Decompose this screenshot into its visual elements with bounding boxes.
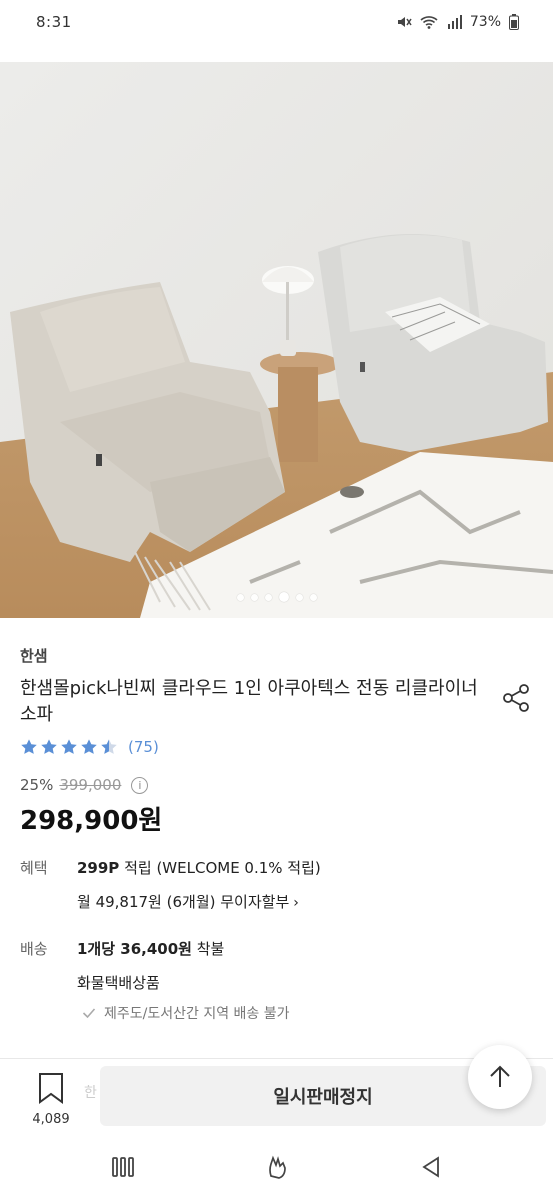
installment-text: 월 49,817원 (6개월) 무이자할부 [77, 893, 290, 911]
share-icon [503, 684, 529, 712]
shipping-fee-amount: 1개당 36,400원 [77, 940, 192, 958]
wifi-icon [420, 14, 438, 30]
original-price: 399,000 [59, 776, 122, 794]
carousel-dot-active[interactable] [278, 592, 289, 602]
bookmark-count: 4,089 [32, 1112, 70, 1127]
carousel-dot[interactable] [250, 593, 258, 601]
carousel-indicator[interactable] [0, 592, 553, 602]
system-nav-bar [0, 1134, 553, 1200]
sale-price: 298,900원 [20, 806, 163, 836]
star-icon [41, 739, 57, 754]
carousel-dot[interactable] [236, 593, 244, 601]
bookmark-button[interactable]: 4,089 [28, 1072, 74, 1127]
points-amount: 299P [77, 859, 120, 877]
battery-percent: 73% [469, 14, 501, 30]
shipping-fee-text: 착불 [191, 940, 225, 958]
shipping-label: 배송 [20, 940, 48, 958]
shipping-fee: 1개당 36,400원 착불 [77, 938, 224, 959]
installment-link[interactable]: 월 49,817원 (6개월) 무이자할부 › [77, 891, 299, 912]
carousel-dot[interactable] [264, 593, 272, 601]
points-text: 적립 (WELCOME 0.1% 적립) [119, 859, 321, 877]
shipping-notice-text: 제주도/도서산간 지역 배송 불가 [104, 1006, 290, 1022]
partially-hidden-text: 한 [84, 1085, 97, 1101]
scroll-to-top-button[interactable] [468, 1045, 532, 1109]
points-info: 299P 적립 (WELCOME 0.1% 적립) [77, 857, 321, 878]
status-bar: 8:31 73% [0, 0, 553, 52]
shipping-notice: 제주도/도서산간 지역 배송 불가 [82, 1003, 290, 1023]
back-icon [422, 1156, 439, 1178]
star-icon [81, 739, 97, 754]
share-button[interactable] [498, 680, 534, 716]
brand-name[interactable]: 한샘 [20, 645, 48, 666]
product-title: 한샘몰pick나빈찌 클라우드 1인 아쿠아텍스 전동 리클라이너 소파 [20, 678, 478, 725]
home-gesture-icon [269, 1155, 286, 1179]
star-half-icon [101, 739, 117, 754]
review-count[interactable]: (75) [128, 738, 159, 756]
star-icon [21, 739, 37, 754]
home-button[interactable] [262, 1152, 292, 1182]
benefit-label: 혜택 [20, 859, 48, 877]
signal-icon [446, 14, 462, 30]
rating[interactable]: (75) [20, 738, 159, 756]
recent-apps-button[interactable] [108, 1152, 138, 1182]
arrow-up-icon [490, 1065, 510, 1087]
status-time: 8:31 [36, 13, 72, 31]
product-image-carousel[interactable] [0, 62, 553, 618]
info-icon[interactable]: i [131, 776, 149, 794]
bookmark-icon [39, 1073, 63, 1104]
shipping-type: 화물택배상품 [77, 974, 160, 992]
divider [0, 1058, 553, 1059]
carousel-dot[interactable] [309, 593, 317, 601]
recent-apps-icon [112, 1157, 134, 1177]
mute-icon [396, 14, 412, 30]
discount-rate: 25% [20, 776, 54, 794]
star-icon [61, 739, 77, 754]
check-icon [82, 1008, 96, 1019]
chevron-right-icon: › [293, 895, 299, 911]
back-button[interactable] [416, 1152, 446, 1182]
price-row: 25% 399,000 i [20, 776, 149, 794]
product-image [0, 62, 553, 618]
carousel-dot[interactable] [295, 593, 303, 601]
battery-icon [509, 14, 519, 30]
